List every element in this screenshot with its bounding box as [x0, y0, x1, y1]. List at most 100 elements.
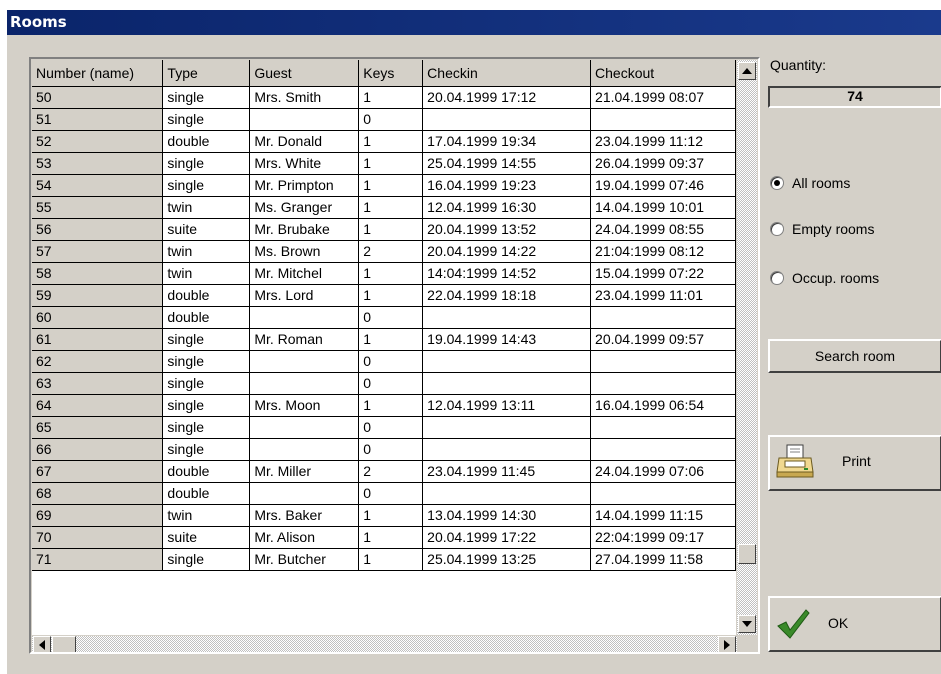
table-cell[interactable]: double: [162, 460, 251, 483]
table-cell[interactable]: [422, 350, 592, 373]
table-cell[interactable]: [590, 108, 736, 131]
table-cell[interactable]: 58: [32, 262, 164, 285]
table-cell[interactable]: 19.04.1999 07:46: [590, 174, 736, 197]
table-cell[interactable]: [590, 438, 736, 461]
table-cell[interactable]: 20.04.1999 17:12: [422, 86, 592, 109]
table-cell[interactable]: twin: [162, 196, 251, 219]
table-cell[interactable]: 1: [358, 174, 424, 197]
table-row[interactable]: 62 single 0: [32, 350, 736, 373]
table-cell[interactable]: single: [162, 174, 251, 197]
table-cell[interactable]: [249, 482, 360, 505]
table-cell[interactable]: 65: [32, 416, 164, 439]
table-cell[interactable]: 54: [32, 174, 164, 197]
table-cell[interactable]: [249, 416, 360, 439]
table-cell[interactable]: 0: [358, 306, 424, 329]
table-cell[interactable]: [590, 306, 736, 329]
table-cell[interactable]: 56: [32, 218, 164, 241]
table-cell[interactable]: double: [162, 284, 251, 307]
table-cell[interactable]: [422, 108, 592, 131]
table-cell[interactable]: 1: [358, 394, 424, 417]
table-cell[interactable]: 0: [358, 416, 424, 439]
table-cell[interactable]: twin: [162, 262, 251, 285]
column-header[interactable]: Keys: [358, 60, 424, 87]
table-cell[interactable]: [249, 108, 360, 131]
table-cell[interactable]: single: [162, 548, 251, 571]
table-cell[interactable]: Mr. Miller: [249, 460, 360, 483]
table-cell[interactable]: Mrs. Smith: [249, 86, 360, 109]
table-row[interactable]: 55 twin Ms. Granger 1 12.04.1999 16:30 14.04.…: [32, 196, 736, 219]
column-header[interactable]: Guest: [249, 60, 360, 87]
table-row[interactable]: 60 double 0: [32, 306, 736, 329]
table-cell[interactable]: 1: [358, 328, 424, 351]
vertical-scrollbar[interactable]: [737, 60, 757, 635]
table-cell[interactable]: 20.04.1999 17:22: [422, 526, 592, 549]
table-cell[interactable]: 12.04.1999 16:30: [422, 196, 592, 219]
table-cell[interactable]: [249, 306, 360, 329]
table-row[interactable]: 53 single Mrs. White 1 25.04.1999 14:55 26.04…: [32, 152, 736, 175]
table-cell[interactable]: Mr. Primpton: [249, 174, 360, 197]
table-row[interactable]: 70 suite Mr. Alison 1 20.04.1999 17:22 22:04:…: [32, 526, 736, 549]
table-cell[interactable]: 63: [32, 372, 164, 395]
table-cell[interactable]: Mrs. White: [249, 152, 360, 175]
table-cell[interactable]: double: [162, 482, 251, 505]
table-cell[interactable]: single: [162, 438, 251, 461]
vertical-scroll-thumb[interactable]: [738, 544, 756, 564]
table-cell[interactable]: Mrs. Baker: [249, 504, 360, 527]
table-cell[interactable]: 55: [32, 196, 164, 219]
table-cell[interactable]: Mr. Brubake: [249, 218, 360, 241]
table-row[interactable]: 68 double 0: [32, 482, 736, 505]
table-cell[interactable]: 2: [358, 240, 424, 263]
table-cell[interactable]: 1: [358, 86, 424, 109]
table-cell[interactable]: 70: [32, 526, 164, 549]
table-cell[interactable]: [422, 438, 592, 461]
table-row[interactable]: 56 suite Mr. Brubake 1 20.04.1999 13:52 24.04…: [32, 218, 736, 241]
table-cell[interactable]: 0: [358, 438, 424, 461]
table-row[interactable]: 54 single Mr. Primpton 1 16.04.1999 19:23 19.…: [32, 174, 736, 197]
table-cell[interactable]: 23.04.1999 11:01: [590, 284, 736, 307]
table-cell[interactable]: 59: [32, 284, 164, 307]
column-header[interactable]: Number (name): [32, 60, 164, 87]
table-cell[interactable]: single: [162, 328, 251, 351]
table-cell[interactable]: 14.04.1999 10:01: [590, 196, 736, 219]
table-cell[interactable]: suite: [162, 218, 251, 241]
table-cell[interactable]: 19.04.1999 14:43: [422, 328, 592, 351]
table-cell[interactable]: 69: [32, 504, 164, 527]
table-cell[interactable]: Mr. Mitchel: [249, 262, 360, 285]
table-cell[interactable]: 23.04.1999 11:12: [590, 130, 736, 153]
table-cell[interactable]: 60: [32, 306, 164, 329]
table-cell[interactable]: 2: [358, 460, 424, 483]
table-cell[interactable]: [590, 416, 736, 439]
table-row[interactable]: 67 double Mr. Miller 2 23.04.1999 11:45 24.04…: [32, 460, 736, 483]
table-cell[interactable]: twin: [162, 504, 251, 527]
table-cell[interactable]: 1: [358, 130, 424, 153]
table-cell[interactable]: 1: [358, 152, 424, 175]
table-cell[interactable]: [590, 372, 736, 395]
table-cell[interactable]: 12.04.1999 13:11: [422, 394, 592, 417]
table-cell[interactable]: 57: [32, 240, 164, 263]
scroll-right-button[interactable]: [718, 636, 736, 652]
table-cell[interactable]: 52: [32, 130, 164, 153]
table-cell[interactable]: Mr. Alison: [249, 526, 360, 549]
table-row[interactable]: 65 single 0: [32, 416, 736, 439]
scroll-left-button[interactable]: [33, 636, 51, 652]
table-cell[interactable]: 20.04.1999 14:22: [422, 240, 592, 263]
table-cell[interactable]: Mr. Butcher: [249, 548, 360, 571]
table-cell[interactable]: Ms. Granger: [249, 196, 360, 219]
table-row[interactable]: 50 single Mrs. Smith 1 20.04.1999 17:12 21.04…: [32, 86, 736, 109]
table-cell[interactable]: 20.04.1999 09:57: [590, 328, 736, 351]
table-cell[interactable]: 51: [32, 108, 164, 131]
table-cell[interactable]: 68: [32, 482, 164, 505]
table-row[interactable]: 61 single Mr. Roman 1 19.04.1999 14:43 20.04.…: [32, 328, 736, 351]
table-cell[interactable]: 0: [358, 350, 424, 373]
table-cell[interactable]: 16.04.1999 19:23: [422, 174, 592, 197]
table-row[interactable]: 59 double Mrs. Lord 1 22.04.1999 18:18 23.04.…: [32, 284, 736, 307]
table-cell[interactable]: 66: [32, 438, 164, 461]
table-cell[interactable]: 27.04.1999 11:58: [590, 548, 736, 571]
ok-button[interactable]: OK: [768, 596, 941, 652]
horizontal-scrollbar[interactable]: [32, 636, 737, 652]
table-cell[interactable]: 15.04.1999 07:22: [590, 262, 736, 285]
table-cell[interactable]: [249, 438, 360, 461]
table-cell[interactable]: 1: [358, 218, 424, 241]
table-cell[interactable]: 16.04.1999 06:54: [590, 394, 736, 417]
table-cell[interactable]: [422, 372, 592, 395]
